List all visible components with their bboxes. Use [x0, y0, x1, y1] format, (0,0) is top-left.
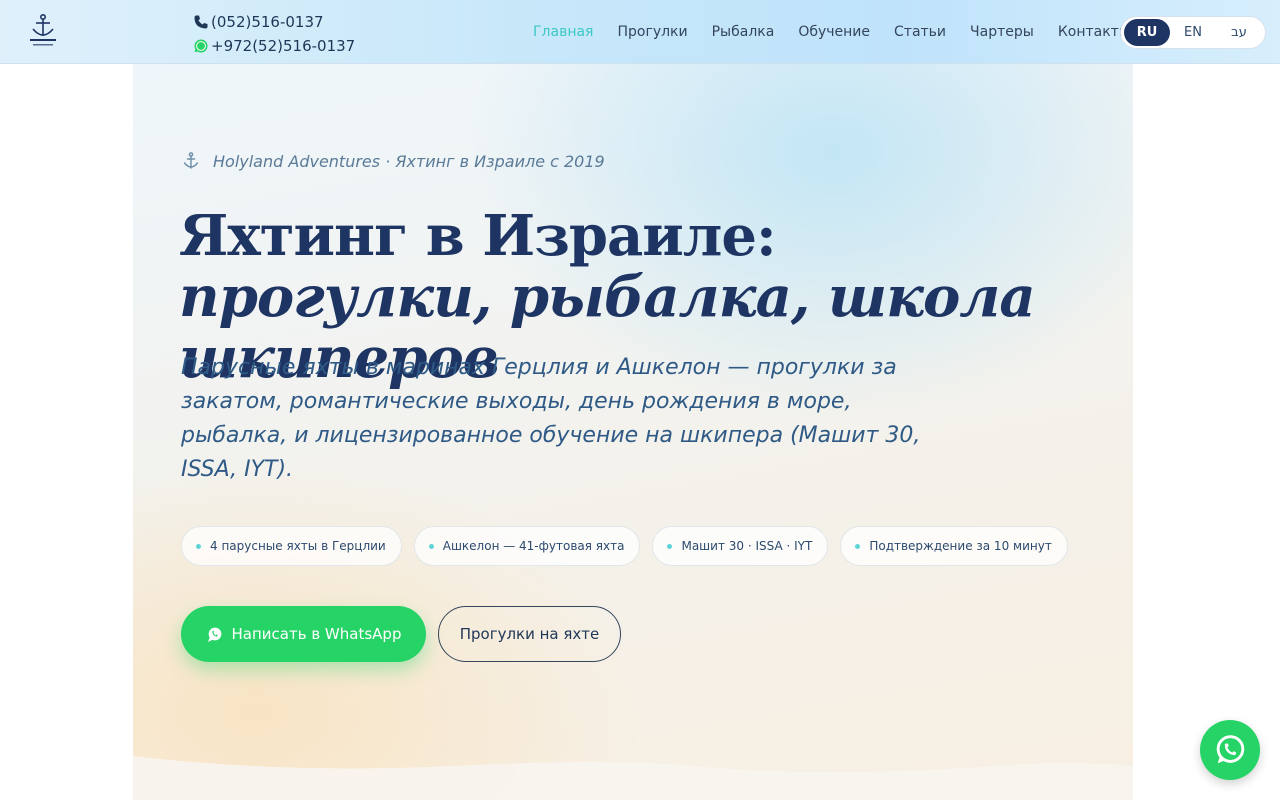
- hero-section: Holyland Adventures · Яхтинг в Израиле с…: [133, 64, 1133, 800]
- title-plain: Яхтинг в Израиле:: [179, 203, 777, 269]
- phone-number: (052)516-0137: [211, 13, 324, 31]
- nav-item-home[interactable]: Главная: [521, 24, 605, 40]
- feature-chip: Ашкелон — 41-футовая яхта: [413, 526, 641, 566]
- anchor-logo-icon[interactable]: [24, 11, 62, 51]
- whatsapp-link[interactable]: +972(52)516-0137: [193, 34, 355, 58]
- whatsapp-button[interactable]: Написать в WhatsApp: [181, 606, 426, 662]
- chip-dot-icon: [196, 543, 201, 549]
- chip-label: Ашкелон — 41-футовая яхта: [442, 539, 625, 553]
- nav-item-charters[interactable]: Чартеры: [958, 24, 1046, 40]
- floating-whatsapp-button[interactable]: [1200, 720, 1260, 780]
- chip-dot-icon: [855, 543, 861, 549]
- nav-item-trips[interactable]: Прогулки: [605, 24, 699, 40]
- chip-dot-icon: [428, 543, 434, 549]
- hero-eyebrow: Holyland Adventures · Яхтинг в Израиле с…: [181, 151, 605, 171]
- nav-item-articles[interactable]: Статьи: [882, 24, 958, 40]
- feature-chip: Машит 30 · ISSA · IYT: [652, 526, 829, 566]
- whatsapp-icon: [1216, 735, 1245, 764]
- language-switcher: RU EN עב: [1120, 16, 1266, 49]
- header-contacts: (052)516-0137 +972(52)516-0137: [193, 10, 355, 58]
- phone-icon: [194, 15, 208, 29]
- yacht-trips-button[interactable]: Прогулки на яхте: [438, 606, 621, 662]
- nav-item-fishing[interactable]: Рыбалка: [700, 24, 787, 40]
- chip-label: 4 парусные яхты в Герцлии: [210, 539, 386, 553]
- feature-chips: 4 парусные яхты в Герцлии Ашкелон — 41-ф…: [181, 526, 1080, 566]
- lang-he[interactable]: עב: [1216, 19, 1262, 46]
- main-nav: Главная Прогулки Рыбалка Обучение Статьи…: [521, 0, 1142, 64]
- site-header: (052)516-0137 +972(52)516-0137 Главная П…: [0, 0, 1280, 64]
- anchor-icon: [183, 152, 199, 169]
- whatsapp-icon: [207, 627, 221, 642]
- whatsapp-icon: [194, 39, 208, 53]
- wave-divider: [133, 756, 1133, 800]
- nav-item-training[interactable]: Обучение: [786, 24, 882, 40]
- whatsapp-number: +972(52)516-0137: [211, 37, 356, 55]
- hero-lead: Парусные яхты в маринах Герцлия и Ашкело…: [181, 355, 921, 482]
- whatsapp-button-label: Написать в WhatsApp: [231, 625, 402, 643]
- chip-dot-icon: [667, 543, 673, 549]
- chip-label: Подтверждение за 10 минут: [869, 539, 1052, 553]
- lang-en[interactable]: EN: [1170, 19, 1216, 46]
- eyebrow-text: Holyland Adventures · Яхтинг в Израиле с…: [213, 151, 605, 171]
- feature-chip: 4 парусные яхты в Герцлии: [181, 526, 402, 566]
- chip-label: Машит 30 · ISSA · IYT: [681, 539, 813, 553]
- feature-chip: Подтверждение за 10 минут: [840, 526, 1068, 566]
- phone-link[interactable]: (052)516-0137: [193, 10, 355, 34]
- lang-ru[interactable]: RU: [1124, 19, 1170, 46]
